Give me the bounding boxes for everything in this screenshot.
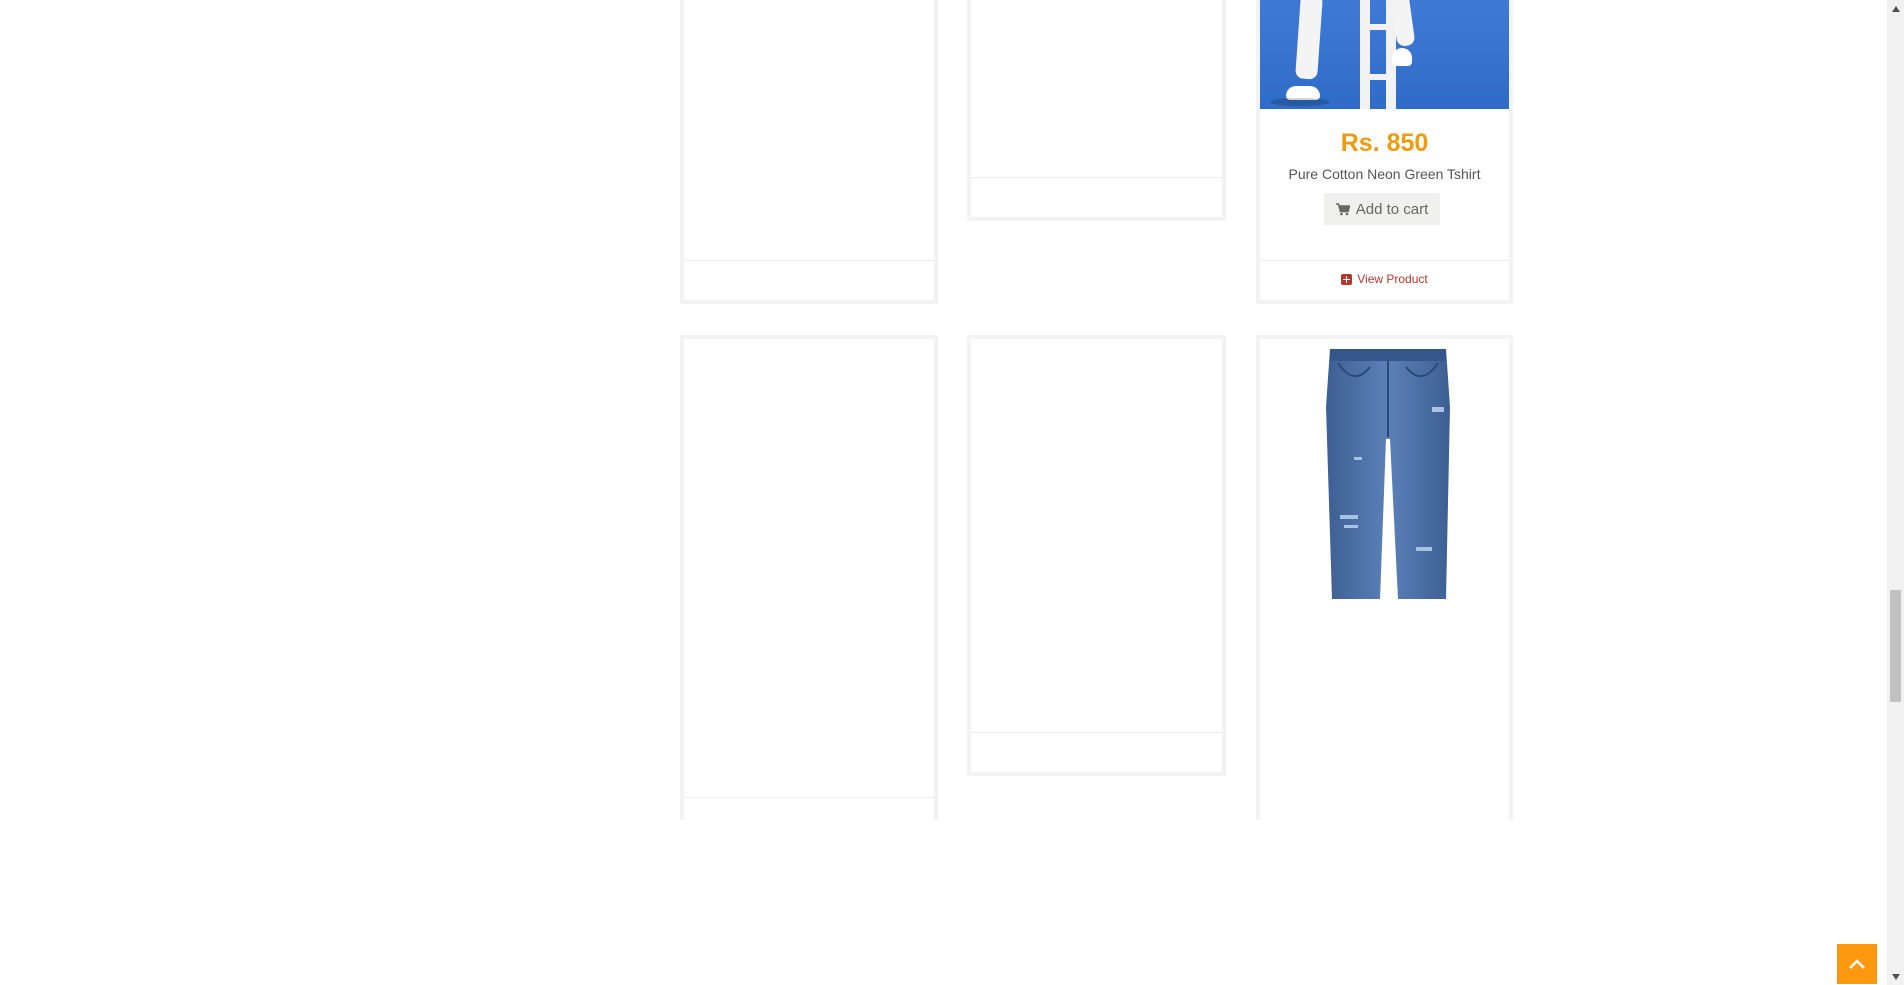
product-card-footer	[684, 260, 934, 300]
chevron-up-icon	[1849, 959, 1865, 969]
vertical-scrollbar[interactable]	[1887, 0, 1904, 985]
product-card	[680, 335, 938, 820]
product-card-footer	[971, 177, 1222, 217]
product-card	[967, 0, 1226, 221]
scrollbar-thumb[interactable]	[1890, 590, 1901, 702]
product-image[interactable]	[1324, 347, 1452, 599]
scroll-down-arrow-icon[interactable]	[1887, 968, 1904, 985]
product-image[interactable]	[1260, 0, 1509, 109]
product-card	[680, 0, 938, 304]
add-to-cart-label: Add to cart	[1355, 200, 1429, 218]
product-card	[1256, 335, 1513, 820]
product-card: Rs. 850 Pure Cotton Neon Green Tshirt Ad…	[1256, 0, 1513, 304]
scroll-up-arrow-icon[interactable]	[1887, 0, 1904, 17]
product-card-footer	[684, 797, 934, 837]
scroll-to-top-button[interactable]	[1837, 944, 1877, 984]
product-card-footer: View Product	[1260, 260, 1509, 300]
product-price: Rs. 850	[1340, 129, 1429, 157]
view-product-link[interactable]: View Product	[1260, 272, 1509, 286]
plus-square-icon	[1341, 273, 1353, 285]
view-product-label: View Product	[1357, 272, 1428, 286]
product-card-footer	[971, 732, 1222, 772]
add-to-cart-button[interactable]: Add to cart	[1324, 193, 1440, 225]
product-card	[967, 335, 1226, 776]
product-name: Pure Cotton Neon Green Tshirt	[1288, 166, 1481, 182]
shopping-cart-icon	[1335, 202, 1350, 215]
